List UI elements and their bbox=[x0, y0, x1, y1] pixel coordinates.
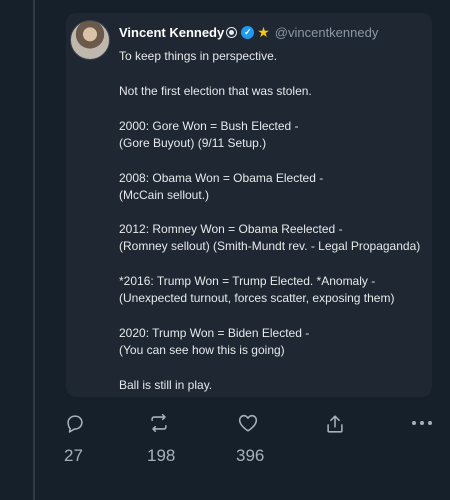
post-line: *2016: Trump Won = Trump Elected. *Anoma… bbox=[119, 274, 376, 289]
repost-count: 198 bbox=[147, 446, 176, 465]
like-button[interactable]: 396 bbox=[236, 412, 264, 466]
post-line: (You can see how this is going) bbox=[119, 342, 285, 357]
action-bar: 27 198 396 bbox=[0, 412, 450, 472]
more-options-button[interactable] bbox=[410, 415, 434, 431]
quoted-post-card[interactable]: Vincent Kennedy ✓ ★ @vincentkennedy To k… bbox=[66, 13, 432, 397]
post-line: 2000: Gore Won = Bush Elected - bbox=[119, 118, 299, 133]
more-icon bbox=[412, 421, 432, 425]
heart-icon bbox=[238, 414, 258, 432]
post-line: (Gore Buyout) (9/11 Setup.) bbox=[119, 135, 267, 150]
post-line: 2012: Romney Won = Obama Reelected - bbox=[119, 222, 343, 237]
circle-badge-icon bbox=[226, 26, 238, 38]
author-handle[interactable]: @vincentkennedy bbox=[275, 25, 379, 40]
post-line: (Unexpected turnout, forces scatter, exp… bbox=[119, 291, 395, 306]
repost-button[interactable]: 198 bbox=[147, 412, 175, 466]
reply-button[interactable]: 27 bbox=[64, 412, 86, 466]
share-button[interactable] bbox=[324, 412, 346, 436]
author-name[interactable]: Vincent Kennedy bbox=[119, 25, 224, 40]
post-line: (McCain sellout.) bbox=[119, 187, 210, 202]
reply-count: 27 bbox=[64, 446, 83, 465]
post-line: To keep things in perspective. bbox=[119, 49, 278, 63]
like-count: 396 bbox=[236, 446, 265, 465]
post-line: 2008: Obama Won = Obama Elected - bbox=[119, 170, 324, 185]
post-line: Ball is still in play. bbox=[119, 377, 213, 392]
post-line: (Romney sellout) (Smith-Mundt rev. - Leg… bbox=[119, 239, 421, 254]
repost-icon bbox=[151, 413, 167, 433]
star-icon: ★ bbox=[257, 24, 270, 40]
post-body: To keep things in perspective. Not the f… bbox=[119, 48, 424, 394]
post-line: Not the first election that was stolen. bbox=[119, 83, 312, 98]
post-header: Vincent Kennedy ✓ ★ @vincentkennedy bbox=[119, 23, 424, 41]
reply-icon bbox=[67, 415, 83, 433]
share-icon bbox=[327, 415, 343, 433]
post-line: 2020: Trump Won = Biden Elected - bbox=[119, 326, 310, 341]
avatar[interactable] bbox=[70, 20, 110, 60]
verified-badge-icon: ✓ bbox=[241, 25, 255, 39]
